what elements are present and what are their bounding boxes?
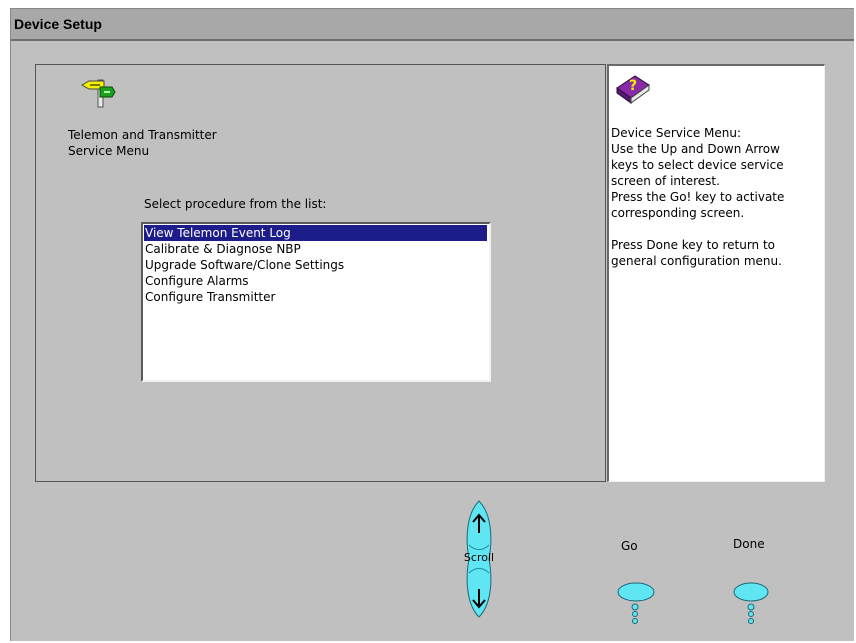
procedure-label: Select procedure from the list: [144, 197, 327, 211]
device-title-line1: Telemon and Transmitter [68, 128, 217, 142]
help-line: Use the Up and Down Arrow [611, 142, 780, 156]
device-setup-window: Device Setup Telemon and Transmitter Ser… [10, 8, 854, 641]
help-line: Press Done key to return to [611, 238, 776, 252]
help-line: corresponding screen. [611, 206, 745, 220]
scroll-up-arrow-icon[interactable] [470, 513, 488, 539]
signpost-icon [80, 78, 116, 112]
scroll-down-arrow-icon[interactable] [470, 587, 488, 613]
procedure-item-upgrade-software[interactable]: Upgrade Software/Clone Settings [144, 257, 344, 273]
procedure-item-view-telemon-event-log[interactable]: View Telemon Event Log [144, 225, 487, 241]
help-line: Press the Go! key to activate [611, 190, 785, 204]
window-title: Device Setup [14, 16, 102, 32]
help-book-icon: ? [613, 72, 653, 112]
help-line: general configuration menu. [611, 254, 782, 268]
scroll-label: Scroll [463, 551, 495, 564]
main-panel: Telemon and Transmitter Service Menu Sel… [35, 64, 606, 482]
help-text: Device Service Menu: Use the Up and Down… [611, 125, 784, 269]
help-panel: ? Device Service Menu: Use the Up and Do… [607, 64, 825, 482]
help-line [611, 221, 784, 237]
help-line: keys to select device service [611, 158, 784, 172]
svg-text:?: ? [629, 78, 637, 94]
done-label: Done [733, 537, 765, 551]
go-label: Go [621, 539, 638, 553]
procedure-item-calibrate-nbp[interactable]: Calibrate & Diagnose NBP [144, 241, 301, 257]
device-title-line2: Service Menu [68, 144, 150, 158]
procedure-listbox[interactable]: View Telemon Event Log Calibrate & Diagn… [141, 222, 491, 382]
go-key-button[interactable] [614, 581, 658, 631]
procedure-item-configure-transmitter[interactable]: Configure Transmitter [144, 289, 275, 305]
procedure-item-configure-alarms[interactable]: Configure Alarms [144, 273, 249, 289]
scroll-control[interactable]: Scroll [457, 499, 501, 619]
help-line: screen of interest. [611, 174, 720, 188]
device-menu-title: Telemon and Transmitter Service Menu [68, 127, 217, 159]
help-line: Device Service Menu: [611, 126, 742, 140]
done-key-button[interactable] [733, 581, 777, 631]
title-bar: Device Setup [11, 9, 854, 41]
